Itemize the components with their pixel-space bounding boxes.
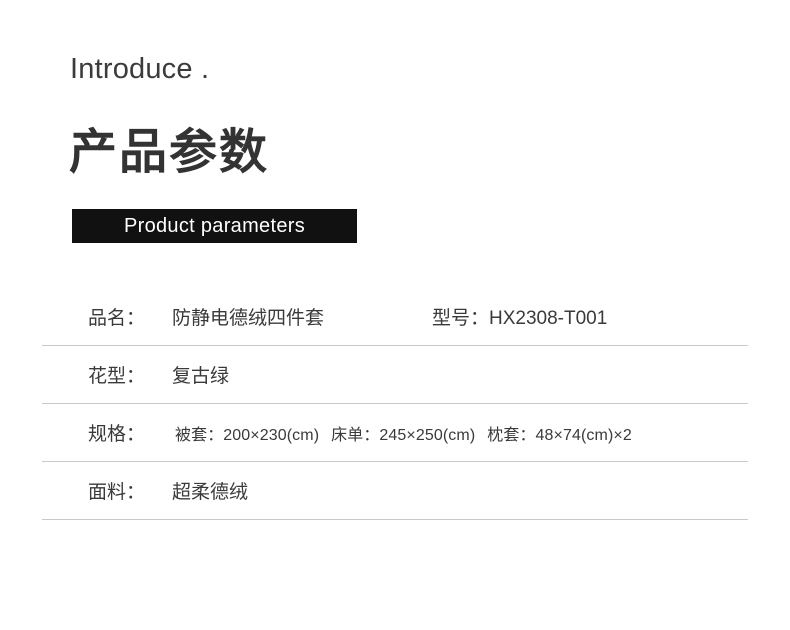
- product-parameters-page: Introduce . 产品参数 Product parameters 品名： …: [0, 0, 790, 630]
- table-row: 规格： 被套：200×230(cm) 床单：245×250(cm) 枕套：48×74…: [42, 404, 748, 462]
- table-row: 花型： 复古绿: [42, 346, 748, 404]
- param-value-specification: 被套：200×230(cm) 床单：245×250(cm) 枕套：48×74(cm)…: [150, 421, 632, 445]
- param-model-group: 型号：HX2308-T001: [432, 303, 607, 330]
- param-label-pattern: 花型：: [88, 366, 146, 387]
- banner-label: Product parameters: [123, 214, 306, 237]
- param-value-model: HX2308-T001: [489, 308, 608, 329]
- param-label-product-name: 品名：: [88, 308, 146, 329]
- param-value-fabric: 超柔德绒: [172, 482, 249, 503]
- param-label-model: 型号：: [432, 308, 490, 329]
- table-row: 品名： 防静电德绒四件套 型号：HX2308-T001: [42, 288, 748, 346]
- param-value-product-name: 防静电德绒四件套: [172, 308, 325, 329]
- param-label-fabric: 面料：: [88, 482, 146, 503]
- page-title: 产品参数: [69, 126, 270, 179]
- intro-eyebrow-text: Introduce .: [70, 53, 210, 85]
- spec-segment-duvet-cover: 被套：200×230(cm): [175, 426, 320, 444]
- param-label-specification: 规格：: [88, 424, 146, 445]
- param-value-pattern: 复古绿: [172, 366, 230, 387]
- parameter-table: 品名： 防静电德绒四件套 型号：HX2308-T001 花型： 复古绿 规格： …: [42, 288, 748, 520]
- product-parameters-banner: Product parameters: [72, 209, 357, 243]
- table-row: 面料： 超柔德绒: [42, 462, 748, 520]
- spec-segment-pillowcase: 枕套：48×74(cm)×2: [487, 426, 632, 444]
- spec-segment-bed-sheet: 床单：245×250(cm): [331, 426, 476, 444]
